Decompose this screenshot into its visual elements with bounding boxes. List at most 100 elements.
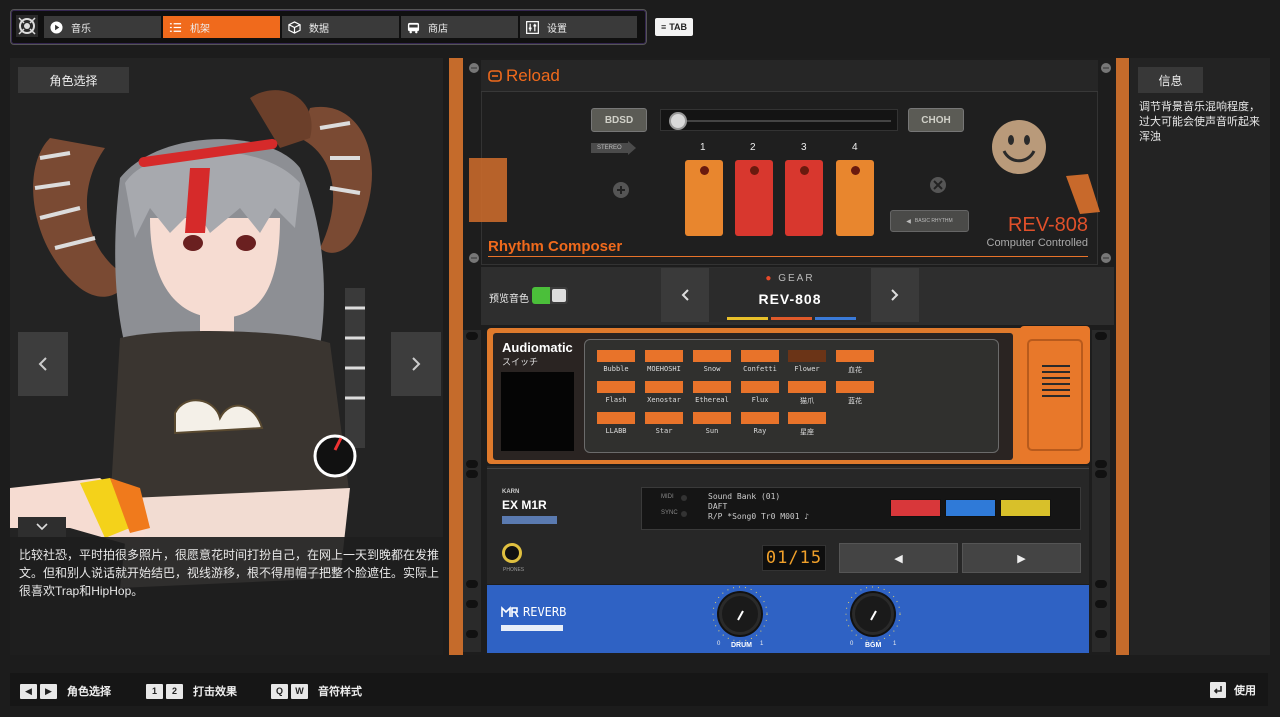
effect-chip-label: Flower	[794, 365, 820, 373]
hint-character-select: ◀ ▶ 角色选择	[20, 683, 111, 699]
smiley-icon	[992, 120, 1046, 174]
prev-track-button[interactable]: ◀	[839, 543, 958, 573]
effect-chip-label: Star	[655, 427, 673, 435]
midi-led	[681, 495, 687, 501]
color-button-yellow[interactable]	[1000, 499, 1051, 517]
sequencer-brand: KARN	[502, 489, 520, 495]
audiomatic-preview-screen	[501, 372, 574, 451]
prev-gear-button[interactable]	[661, 268, 709, 322]
model-name: REV-808	[1007, 214, 1088, 236]
effect-chip[interactable]	[693, 350, 731, 362]
menu-icon: ≡	[660, 22, 667, 32]
tab-music[interactable]: 音乐	[44, 16, 161, 38]
color-button-red[interactable]	[890, 499, 941, 517]
chevron-right-icon	[891, 289, 899, 301]
hint-label: 音符样式	[318, 686, 362, 698]
effect-chip-label: Snow	[703, 365, 721, 373]
play-right-icon: ▶	[1017, 552, 1026, 565]
info-panel	[1130, 58, 1270, 655]
sync-label: SYNC	[661, 510, 678, 516]
hint-label: 打击效果	[193, 686, 237, 698]
plus-screw-icon	[613, 182, 629, 198]
toggle-on-fill	[532, 287, 550, 304]
bdsd-button[interactable]: BDSD	[591, 108, 647, 132]
effect-chip[interactable]	[788, 350, 826, 362]
play-left-icon: ◀	[894, 552, 903, 565]
effect-chip[interactable]	[645, 381, 683, 393]
drum-knob-label: DRUM	[731, 642, 752, 649]
effect-chip[interactable]	[645, 350, 683, 362]
slider-track[interactable]	[660, 109, 898, 131]
basic-rhythm-label: BASIC RHYTHM	[914, 218, 953, 224]
effect-chip-label: Xenostar	[647, 396, 681, 404]
tab-rack[interactable]: 机架	[163, 16, 280, 38]
phones-jack	[502, 543, 522, 563]
effect-chip[interactable]	[836, 350, 874, 362]
knob-min-label: 0	[717, 641, 721, 647]
module-divider	[487, 468, 1089, 469]
knob-max-label: 1	[760, 641, 764, 647]
effect-chip-label: Flux	[751, 396, 769, 404]
tab-data[interactable]: 数据	[282, 16, 399, 38]
tab-shop[interactable]: 商店	[401, 16, 518, 38]
tab-label: 设置	[547, 23, 567, 35]
step-button-4[interactable]	[836, 160, 874, 236]
effect-chip-label: Bubble	[603, 365, 629, 373]
effect-chip-label: Confetti	[743, 365, 777, 373]
prev-character-button[interactable]	[18, 332, 68, 396]
gear-label-row: ● GEAR	[710, 273, 870, 284]
step-button-1[interactable]	[685, 160, 723, 236]
screw-icon	[469, 63, 479, 73]
effect-chip[interactable]	[741, 412, 779, 424]
step-button-3[interactable]	[785, 160, 823, 236]
effect-chip[interactable]	[741, 350, 779, 362]
preview-sound-toggle[interactable]	[532, 287, 568, 304]
effect-chip[interactable]	[788, 412, 826, 424]
effect-chip[interactable]	[597, 350, 635, 362]
step-number-3: 3	[801, 142, 807, 153]
effect-chip[interactable]	[597, 412, 635, 424]
reverb-title-row: REVERB	[501, 605, 566, 619]
effect-chip[interactable]	[597, 381, 635, 393]
effect-chip[interactable]	[836, 381, 874, 393]
tab-settings[interactable]: 设置	[520, 16, 637, 38]
next-character-button[interactable]	[391, 332, 441, 396]
effect-chip[interactable]	[693, 381, 731, 393]
cross-screw-icon	[930, 177, 946, 193]
step-number-2: 2	[750, 142, 756, 153]
use-button[interactable]: 使用	[1210, 682, 1256, 698]
sliders-icon	[526, 20, 539, 34]
knob-scale-dots	[845, 586, 901, 642]
effect-chip[interactable]	[645, 412, 683, 424]
midi-label: MIDI	[661, 494, 674, 500]
step-button-2[interactable]	[735, 160, 773, 236]
reverb-module	[487, 585, 1089, 653]
model-badge	[502, 516, 557, 524]
effect-chip-label: LLABB	[605, 427, 627, 435]
key-left: ◀	[20, 683, 37, 699]
key-2: 2	[166, 683, 183, 699]
effect-chip[interactable]	[741, 381, 779, 393]
track-counter: 01/15	[762, 545, 826, 571]
knob-max-label: 1	[893, 641, 897, 647]
app-logo-icon[interactable]	[16, 15, 38, 37]
color-button-blue[interactable]	[945, 499, 996, 517]
stereo-tag: STEREO	[591, 141, 659, 155]
description-toggle-button[interactable]	[18, 517, 66, 537]
next-gear-button[interactable]	[871, 268, 919, 322]
next-track-button[interactable]: ▶	[962, 543, 1081, 573]
effect-chip[interactable]	[788, 381, 826, 393]
reverb-title: REVERB	[523, 605, 567, 619]
step-number-4: 4	[852, 142, 858, 153]
choh-button[interactable]: CHOH	[908, 108, 964, 132]
key-q: Q	[271, 683, 288, 699]
reload-logo-icon	[488, 70, 502, 82]
rack-rail-holes-right	[1095, 332, 1107, 638]
effect-chip[interactable]	[693, 412, 731, 424]
hint-label: 角色选择	[67, 686, 111, 698]
knob-min-label: 0	[850, 641, 854, 647]
phones-label: PHONES	[503, 567, 525, 573]
slider-knob[interactable]	[669, 112, 687, 130]
gear-color-bar	[815, 317, 856, 320]
gear-color-bar	[771, 317, 812, 320]
